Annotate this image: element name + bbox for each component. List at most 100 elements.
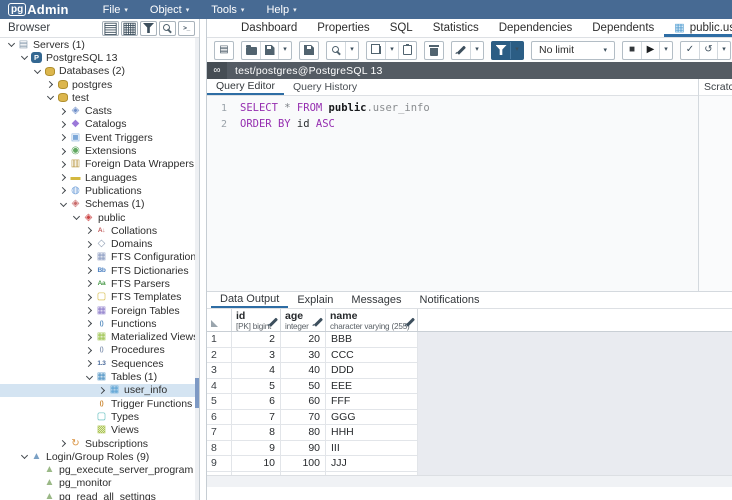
tree-item-postgresql-13[interactable]: PPostgreSQL 13 xyxy=(0,51,199,64)
cell-age[interactable]: 90 xyxy=(281,441,326,456)
tree-expander[interactable] xyxy=(58,441,69,446)
sidebar-scrollbar[interactable] xyxy=(195,38,199,500)
tree-expander[interactable] xyxy=(84,255,95,260)
open-file-button[interactable] xyxy=(242,42,260,59)
tab-statistics[interactable]: Statistics xyxy=(423,19,489,37)
tree-expander[interactable] xyxy=(71,216,82,219)
cell-age[interactable]: 80 xyxy=(281,425,326,440)
row-number-cell[interactable]: 8 xyxy=(207,441,232,456)
tree-expander[interactable] xyxy=(58,203,69,206)
tree-item-trigger-functions[interactable]: ()Trigger Functions xyxy=(0,397,199,410)
tree-item-materialized-views[interactable]: ▦Materialized Views xyxy=(0,331,199,344)
row-number-cell[interactable]: 5 xyxy=(207,394,232,409)
tree-expander[interactable] xyxy=(6,43,17,46)
tree-item-user-info[interactable]: ▦user_info xyxy=(0,384,199,397)
tree-item-public[interactable]: ◈public xyxy=(0,211,199,224)
cell-name[interactable]: CCC xyxy=(326,348,418,363)
tree-expander[interactable] xyxy=(58,122,69,127)
cell-name[interactable]: FFF xyxy=(326,394,418,409)
edit-column-icon[interactable] xyxy=(317,314,320,332)
tree-item-pg-execute-server-program[interactable]: ▲pg_execute_server_program xyxy=(0,464,199,477)
cell-name[interactable]: BBB xyxy=(326,332,418,347)
row-number-cell[interactable]: 6 xyxy=(207,410,232,425)
commit-button[interactable]: ✓ xyxy=(681,42,699,59)
column-header-age[interactable]: ageinteger xyxy=(281,309,326,331)
search-objects-button[interactable] xyxy=(159,21,176,36)
tree-item-catalogs[interactable]: ◆Catalogs xyxy=(0,118,199,131)
cell-age[interactable]: 70 xyxy=(281,410,326,425)
tree-expander[interactable] xyxy=(32,70,43,73)
tab-notifications[interactable]: Notifications xyxy=(411,292,489,308)
tree-expander[interactable] xyxy=(58,149,69,154)
tree-item-fts-configurations[interactable]: ▦FTS Configurations xyxy=(0,251,199,264)
caret-down-button[interactable]: ▾ xyxy=(385,42,398,59)
caret-down-button[interactable]: ▾ xyxy=(470,42,483,59)
tab-messages[interactable]: Messages xyxy=(342,292,410,308)
tab-query-editor[interactable]: Query Editor xyxy=(207,79,284,95)
row-limit-select[interactable]: No limit▾ xyxy=(531,41,615,60)
tree-expander[interactable] xyxy=(84,376,95,379)
tab-dependents[interactable]: Dependents xyxy=(582,19,664,37)
row-number-cell[interactable]: 1 xyxy=(207,332,232,347)
menu-help[interactable]: Help▾ xyxy=(266,4,296,16)
tree-expander[interactable] xyxy=(97,388,108,393)
execute-button[interactable]: ▶ xyxy=(641,42,659,59)
tree-item-languages[interactable]: ▬Languages xyxy=(0,171,199,184)
row-number-cell[interactable]: 4 xyxy=(207,379,232,394)
delete-button[interactable] xyxy=(425,42,443,59)
tree-item-databases-2[interactable]: Databases (2) xyxy=(0,65,199,78)
cell-id[interactable]: 5 xyxy=(232,379,281,394)
tree-item-tables-1[interactable]: ▦Tables (1) xyxy=(0,370,199,383)
grid-hscrollbar[interactable] xyxy=(207,475,732,487)
scratch-pad-body[interactable] xyxy=(699,96,732,291)
view-data-button[interactable]: ▦ xyxy=(121,21,138,36)
edit-column-icon[interactable] xyxy=(409,314,412,332)
tab-explain[interactable]: Explain xyxy=(288,292,342,308)
tree-item-event-triggers[interactable]: ▣Event Triggers xyxy=(0,131,199,144)
menu-file[interactable]: File▾ xyxy=(103,4,128,16)
cell-name[interactable]: HHH xyxy=(326,425,418,440)
save-button[interactable] xyxy=(260,42,278,59)
cell-id[interactable]: 4 xyxy=(232,363,281,378)
tree-item-login-group-roles-9[interactable]: ▲Login/Group Roles (9) xyxy=(0,450,199,463)
column-header-name[interactable]: namecharacter varying (255) xyxy=(326,309,418,331)
tab-dependencies[interactable]: Dependencies xyxy=(489,19,583,37)
tree-expander[interactable] xyxy=(84,308,95,313)
paste-button[interactable] xyxy=(398,42,416,59)
cell-age[interactable]: 20 xyxy=(281,332,326,347)
tree-expander[interactable] xyxy=(84,295,95,300)
tree-item-test[interactable]: test xyxy=(0,91,199,104)
cell-id[interactable]: 3 xyxy=(232,348,281,363)
stop-button[interactable]: ■ xyxy=(623,42,641,59)
tree-expander[interactable] xyxy=(84,321,95,326)
tree-expander[interactable] xyxy=(58,162,69,167)
tree-item-domains[interactable]: ◇Domains xyxy=(0,237,199,250)
psql-tool-button[interactable]: >_ xyxy=(178,21,195,36)
tree-item-views[interactable]: ▩Views xyxy=(0,424,199,437)
tree-expander[interactable] xyxy=(84,242,95,247)
filter-button[interactable] xyxy=(492,42,510,59)
select-all-cell[interactable] xyxy=(207,309,232,331)
save-data-button[interactable] xyxy=(300,42,318,59)
tab-sql[interactable]: SQL xyxy=(380,19,423,37)
tree-item-functions[interactable]: ()Functions xyxy=(0,317,199,330)
tree-item-fts-parsers[interactable]: AaFTS Parsers xyxy=(0,277,199,290)
tab-query-tool[interactable]: ▦public.user_info/test/postgres@PostgreS… xyxy=(664,19,732,37)
tree-item-types[interactable]: ▢Types xyxy=(0,410,199,423)
cell-id[interactable]: 2 xyxy=(232,332,281,347)
tab-data-output[interactable]: Data Output xyxy=(211,292,288,308)
tree-expander[interactable] xyxy=(84,268,95,273)
menu-tools[interactable]: Tools▾ xyxy=(211,4,244,16)
tree-item-collations[interactable]: A↓Collations xyxy=(0,224,199,237)
column-header-id[interactable]: id[PK] bigint xyxy=(232,309,281,331)
menu-object[interactable]: Object▾ xyxy=(150,4,189,16)
cell-age[interactable]: 60 xyxy=(281,394,326,409)
cell-name[interactable]: EEE xyxy=(326,379,418,394)
filtered-rows-button[interactable] xyxy=(140,21,157,36)
tree-item-servers-1[interactable]: ▤Servers (1) xyxy=(0,38,199,51)
cell-name[interactable]: III xyxy=(326,441,418,456)
tree-item-subscriptions[interactable]: ↻Subscriptions xyxy=(0,437,199,450)
tree-item-pg-monitor[interactable]: ▲pg_monitor xyxy=(0,477,199,490)
tree-item-procedures[interactable]: ()Procedures xyxy=(0,344,199,357)
tree-item-postgres[interactable]: postgres xyxy=(0,78,199,91)
